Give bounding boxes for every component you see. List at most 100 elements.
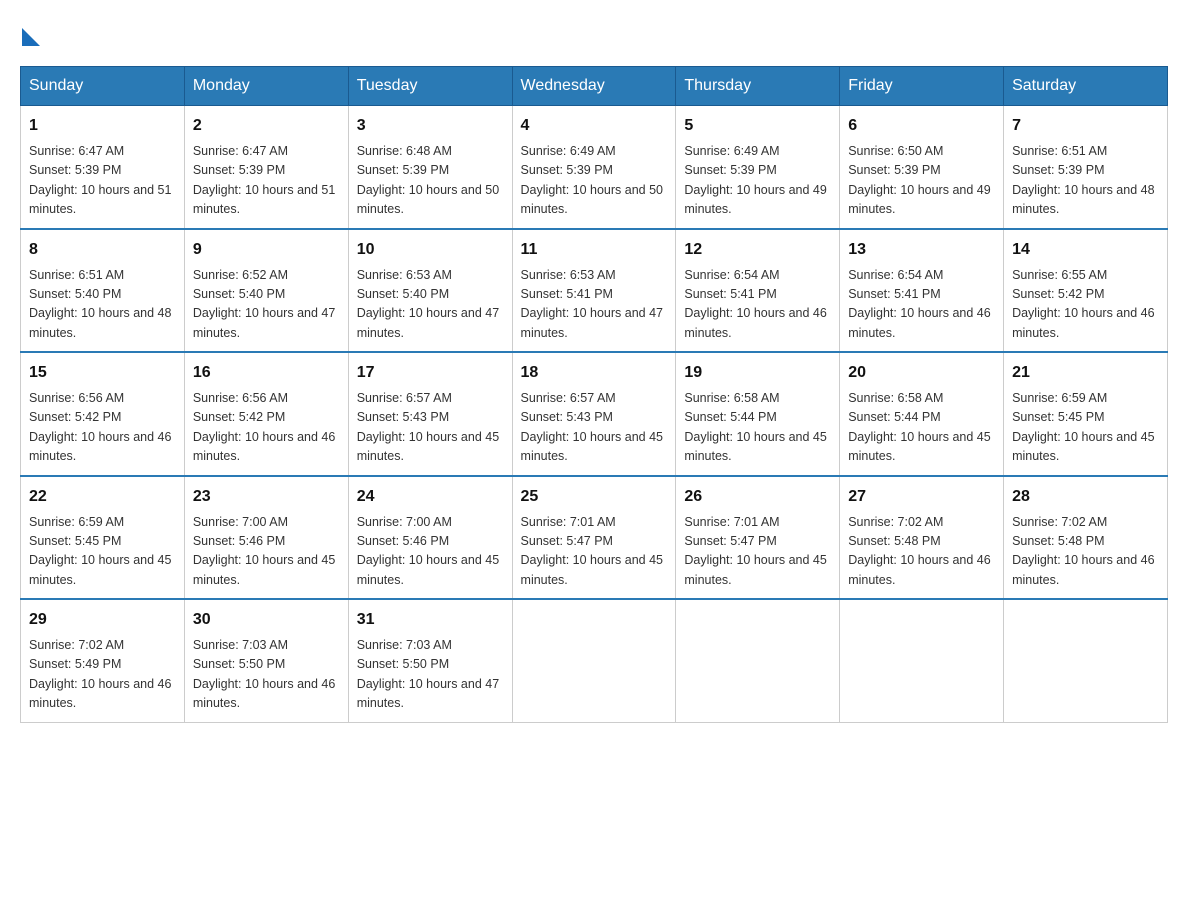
day-number: 29 <box>29 608 176 632</box>
cell-info: Sunrise: 6:51 AM Sunset: 5:40 PM Dayligh… <box>29 266 176 344</box>
week-row-5: 29 Sunrise: 7:02 AM Sunset: 5:49 PM Dayl… <box>21 599 1168 722</box>
calendar-cell: 27 Sunrise: 7:02 AM Sunset: 5:48 PM Dayl… <box>840 476 1004 600</box>
week-row-1: 1 Sunrise: 6:47 AM Sunset: 5:39 PM Dayli… <box>21 106 1168 229</box>
logo <box>20 20 40 46</box>
day-number: 3 <box>357 114 504 138</box>
day-number: 22 <box>29 485 176 509</box>
cell-info: Sunrise: 7:03 AM Sunset: 5:50 PM Dayligh… <box>357 636 504 714</box>
cell-info: Sunrise: 6:49 AM Sunset: 5:39 PM Dayligh… <box>684 142 831 220</box>
day-number: 27 <box>848 485 995 509</box>
day-number: 19 <box>684 361 831 385</box>
cell-info: Sunrise: 6:56 AM Sunset: 5:42 PM Dayligh… <box>193 389 340 467</box>
cell-info: Sunrise: 6:53 AM Sunset: 5:41 PM Dayligh… <box>521 266 668 344</box>
day-number: 25 <box>521 485 668 509</box>
week-row-4: 22 Sunrise: 6:59 AM Sunset: 5:45 PM Dayl… <box>21 476 1168 600</box>
cell-info: Sunrise: 6:58 AM Sunset: 5:44 PM Dayligh… <box>684 389 831 467</box>
cell-info: Sunrise: 6:57 AM Sunset: 5:43 PM Dayligh… <box>357 389 504 467</box>
calendar-cell: 26 Sunrise: 7:01 AM Sunset: 5:47 PM Dayl… <box>676 476 840 600</box>
cell-info: Sunrise: 6:47 AM Sunset: 5:39 PM Dayligh… <box>193 142 340 220</box>
column-header-saturday: Saturday <box>1004 67 1168 106</box>
calendar-cell: 10 Sunrise: 6:53 AM Sunset: 5:40 PM Dayl… <box>348 229 512 353</box>
column-header-wednesday: Wednesday <box>512 67 676 106</box>
cell-info: Sunrise: 6:58 AM Sunset: 5:44 PM Dayligh… <box>848 389 995 467</box>
day-number: 31 <box>357 608 504 632</box>
cell-info: Sunrise: 6:51 AM Sunset: 5:39 PM Dayligh… <box>1012 142 1159 220</box>
calendar-cell: 16 Sunrise: 6:56 AM Sunset: 5:42 PM Dayl… <box>184 352 348 476</box>
cell-info: Sunrise: 6:52 AM Sunset: 5:40 PM Dayligh… <box>193 266 340 344</box>
day-number: 18 <box>521 361 668 385</box>
cell-info: Sunrise: 6:55 AM Sunset: 5:42 PM Dayligh… <box>1012 266 1159 344</box>
column-header-monday: Monday <box>184 67 348 106</box>
cell-info: Sunrise: 7:00 AM Sunset: 5:46 PM Dayligh… <box>357 513 504 591</box>
cell-info: Sunrise: 6:59 AM Sunset: 5:45 PM Dayligh… <box>1012 389 1159 467</box>
day-number: 1 <box>29 114 176 138</box>
week-row-3: 15 Sunrise: 6:56 AM Sunset: 5:42 PM Dayl… <box>21 352 1168 476</box>
cell-info: Sunrise: 6:56 AM Sunset: 5:42 PM Dayligh… <box>29 389 176 467</box>
day-number: 26 <box>684 485 831 509</box>
day-number: 24 <box>357 485 504 509</box>
cell-info: Sunrise: 6:54 AM Sunset: 5:41 PM Dayligh… <box>848 266 995 344</box>
calendar-table: SundayMondayTuesdayWednesdayThursdayFrid… <box>20 66 1168 723</box>
cell-info: Sunrise: 7:01 AM Sunset: 5:47 PM Dayligh… <box>684 513 831 591</box>
calendar-cell: 28 Sunrise: 7:02 AM Sunset: 5:48 PM Dayl… <box>1004 476 1168 600</box>
calendar-cell: 4 Sunrise: 6:49 AM Sunset: 5:39 PM Dayli… <box>512 106 676 229</box>
calendar-cell: 30 Sunrise: 7:03 AM Sunset: 5:50 PM Dayl… <box>184 599 348 722</box>
day-number: 15 <box>29 361 176 385</box>
day-number: 13 <box>848 238 995 262</box>
calendar-header-row: SundayMondayTuesdayWednesdayThursdayFrid… <box>21 67 1168 106</box>
logo-blue-row <box>20 20 40 46</box>
calendar-cell <box>1004 599 1168 722</box>
day-number: 4 <box>521 114 668 138</box>
cell-info: Sunrise: 7:01 AM Sunset: 5:47 PM Dayligh… <box>521 513 668 591</box>
cell-info: Sunrise: 6:47 AM Sunset: 5:39 PM Dayligh… <box>29 142 176 220</box>
cell-info: Sunrise: 6:59 AM Sunset: 5:45 PM Dayligh… <box>29 513 176 591</box>
calendar-cell: 15 Sunrise: 6:56 AM Sunset: 5:42 PM Dayl… <box>21 352 185 476</box>
calendar-cell: 19 Sunrise: 6:58 AM Sunset: 5:44 PM Dayl… <box>676 352 840 476</box>
day-number: 12 <box>684 238 831 262</box>
calendar-cell <box>840 599 1004 722</box>
cell-info: Sunrise: 7:02 AM Sunset: 5:48 PM Dayligh… <box>848 513 995 591</box>
cell-info: Sunrise: 7:00 AM Sunset: 5:46 PM Dayligh… <box>193 513 340 591</box>
calendar-cell: 22 Sunrise: 6:59 AM Sunset: 5:45 PM Dayl… <box>21 476 185 600</box>
calendar-cell: 21 Sunrise: 6:59 AM Sunset: 5:45 PM Dayl… <box>1004 352 1168 476</box>
calendar-cell: 7 Sunrise: 6:51 AM Sunset: 5:39 PM Dayli… <box>1004 106 1168 229</box>
day-number: 16 <box>193 361 340 385</box>
cell-info: Sunrise: 7:02 AM Sunset: 5:49 PM Dayligh… <box>29 636 176 714</box>
calendar-cell: 3 Sunrise: 6:48 AM Sunset: 5:39 PM Dayli… <box>348 106 512 229</box>
column-header-sunday: Sunday <box>21 67 185 106</box>
calendar-cell: 23 Sunrise: 7:00 AM Sunset: 5:46 PM Dayl… <box>184 476 348 600</box>
calendar-cell: 20 Sunrise: 6:58 AM Sunset: 5:44 PM Dayl… <box>840 352 1004 476</box>
cell-info: Sunrise: 6:50 AM Sunset: 5:39 PM Dayligh… <box>848 142 995 220</box>
week-row-2: 8 Sunrise: 6:51 AM Sunset: 5:40 PM Dayli… <box>21 229 1168 353</box>
column-header-friday: Friday <box>840 67 1004 106</box>
calendar-cell: 9 Sunrise: 6:52 AM Sunset: 5:40 PM Dayli… <box>184 229 348 353</box>
logo-triangle-icon <box>22 28 40 46</box>
day-number: 23 <box>193 485 340 509</box>
day-number: 9 <box>193 238 340 262</box>
calendar-cell: 18 Sunrise: 6:57 AM Sunset: 5:43 PM Dayl… <box>512 352 676 476</box>
cell-info: Sunrise: 7:02 AM Sunset: 5:48 PM Dayligh… <box>1012 513 1159 591</box>
day-number: 7 <box>1012 114 1159 138</box>
cell-info: Sunrise: 7:03 AM Sunset: 5:50 PM Dayligh… <box>193 636 340 714</box>
cell-info: Sunrise: 6:48 AM Sunset: 5:39 PM Dayligh… <box>357 142 504 220</box>
calendar-cell: 25 Sunrise: 7:01 AM Sunset: 5:47 PM Dayl… <box>512 476 676 600</box>
calendar-cell: 13 Sunrise: 6:54 AM Sunset: 5:41 PM Dayl… <box>840 229 1004 353</box>
column-header-tuesday: Tuesday <box>348 67 512 106</box>
calendar-cell: 17 Sunrise: 6:57 AM Sunset: 5:43 PM Dayl… <box>348 352 512 476</box>
day-number: 8 <box>29 238 176 262</box>
calendar-cell: 31 Sunrise: 7:03 AM Sunset: 5:50 PM Dayl… <box>348 599 512 722</box>
calendar-cell: 2 Sunrise: 6:47 AM Sunset: 5:39 PM Dayli… <box>184 106 348 229</box>
calendar-cell: 24 Sunrise: 7:00 AM Sunset: 5:46 PM Dayl… <box>348 476 512 600</box>
cell-info: Sunrise: 6:57 AM Sunset: 5:43 PM Dayligh… <box>521 389 668 467</box>
calendar-cell: 8 Sunrise: 6:51 AM Sunset: 5:40 PM Dayli… <box>21 229 185 353</box>
day-number: 28 <box>1012 485 1159 509</box>
cell-info: Sunrise: 6:53 AM Sunset: 5:40 PM Dayligh… <box>357 266 504 344</box>
cell-info: Sunrise: 6:49 AM Sunset: 5:39 PM Dayligh… <box>521 142 668 220</box>
calendar-cell <box>676 599 840 722</box>
calendar-cell: 12 Sunrise: 6:54 AM Sunset: 5:41 PM Dayl… <box>676 229 840 353</box>
day-number: 10 <box>357 238 504 262</box>
day-number: 17 <box>357 361 504 385</box>
cell-info: Sunrise: 6:54 AM Sunset: 5:41 PM Dayligh… <box>684 266 831 344</box>
day-number: 20 <box>848 361 995 385</box>
day-number: 6 <box>848 114 995 138</box>
